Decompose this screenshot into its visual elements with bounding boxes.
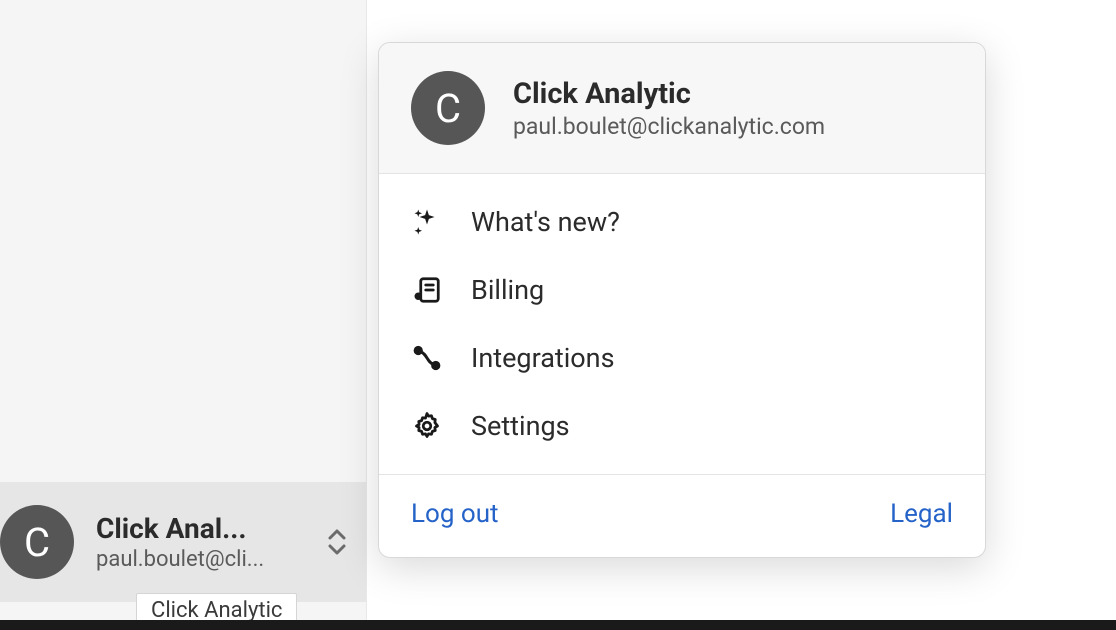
integrations-icon [411,342,443,374]
menu-list: What's new? Billing Integ [379,174,985,474]
dropdown-header: C Click Analytic paul.boulet@clickanalyt… [379,43,985,174]
menu-item-whats-new[interactable]: What's new? [379,188,985,256]
logout-link[interactable]: Log out [411,499,499,529]
sparkles-icon [411,206,443,238]
account-text: Click Anal... paul.boulet@cli... [96,512,318,572]
avatar: C [411,71,485,145]
avatar: C [0,505,74,579]
account-text: Click Analytic paul.boulet@clickanalytic… [513,77,825,140]
menu-label: Settings [471,410,570,442]
bottom-bar [0,620,1116,630]
account-name: Click Analytic [513,77,825,111]
billing-icon [411,274,443,306]
sidebar-account-switcher[interactable]: C Click Anal... paul.boulet@cli... [0,482,366,602]
account-email: paul.boulet@clickanalytic.com [513,113,825,140]
legal-link[interactable]: Legal [890,499,953,529]
menu-label: Billing [471,274,544,306]
account-dropdown: C Click Analytic paul.boulet@clickanalyt… [378,42,986,558]
menu-item-billing[interactable]: Billing [379,256,985,324]
menu-item-integrations[interactable]: Integrations [379,324,985,392]
account-email-truncated: paul.boulet@cli... [96,547,318,572]
menu-label: What's new? [471,206,620,238]
menu-label: Integrations [471,342,615,374]
menu-item-settings[interactable]: Settings [379,392,985,460]
chevron-updown-icon [326,528,348,556]
account-name-truncated: Click Anal... [96,512,318,545]
gear-icon [411,410,443,442]
dropdown-footer: Log out Legal [379,474,985,557]
